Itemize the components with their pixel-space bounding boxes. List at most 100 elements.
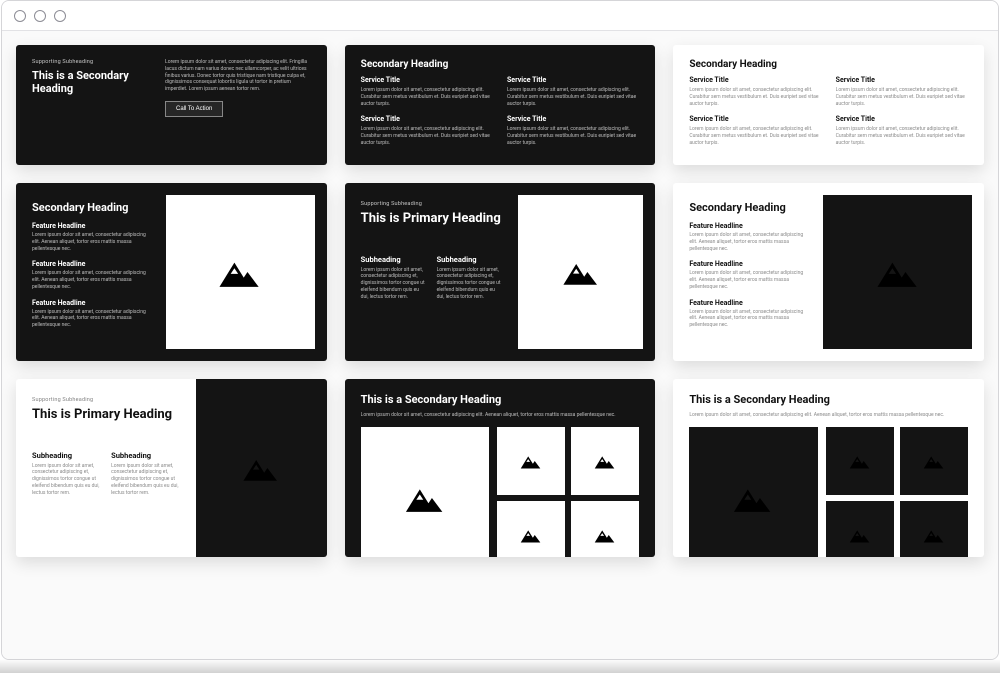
mountain-icon <box>870 255 926 289</box>
template-card-4[interactable]: Secondary Heading Feature Headline Lorem… <box>16 183 327 361</box>
body-text: Lorem ipsum dolor sit amet, consectetur … <box>165 59 311 93</box>
template-card-2[interactable]: Secondary Heading Service Title Lorem ip… <box>345 45 656 165</box>
gallery-image-small <box>826 427 894 495</box>
feature-headline: Feature Headline <box>32 222 150 230</box>
service-text: Lorem ipsum dolor sit amet, consectetur … <box>361 87 493 107</box>
mountain-icon <box>517 526 545 544</box>
service-title: Service Title <box>689 115 821 123</box>
template-card-7[interactable]: Supporting Subheading This is Primary He… <box>16 379 327 557</box>
service-block: Service Title Lorem ipsum dolor sit amet… <box>836 115 968 146</box>
browser-window: Supporting Subheading This is a Secondar… <box>1 0 999 660</box>
gallery-image-small <box>900 501 968 557</box>
service-title: Service Title <box>689 76 821 84</box>
service-block: Service Title Lorem ipsum dolor sit amet… <box>507 76 639 107</box>
mountain-icon <box>517 452 545 470</box>
service-title: Service Title <box>836 115 968 123</box>
gallery-image-small <box>497 427 565 495</box>
window-minimize-dot[interactable] <box>34 10 46 22</box>
window-close-dot[interactable] <box>14 10 26 22</box>
mountain-icon <box>846 526 874 544</box>
bottom-shadow <box>0 659 1000 673</box>
feature-headline: Feature Headline <box>689 222 807 230</box>
template-card-9[interactable]: This is a Secondary Heading Lorem ipsum … <box>673 379 984 557</box>
supporting-subheading: Supporting Subheading <box>361 201 503 207</box>
mountain-icon <box>920 452 948 470</box>
secondary-heading: Secondary Heading <box>689 59 968 70</box>
service-block: Service Title Lorem ipsum dolor sit amet… <box>689 76 821 107</box>
feature-text: Lorem ipsum dolor sit amet, consectetur … <box>32 270 150 290</box>
feature-text: Lorem ipsum dolor sit amet, consectetur … <box>689 270 807 290</box>
feature-headline: Feature Headline <box>689 260 807 268</box>
template-card-5[interactable]: Supporting Subheading This is Primary He… <box>345 183 656 361</box>
secondary-heading: This is a Secondary Heading <box>361 393 640 406</box>
cta-button[interactable]: Call To Action <box>165 101 223 117</box>
supporting-subheading: Supporting Subheading <box>32 397 180 403</box>
gallery-image-large <box>689 427 817 557</box>
mountain-icon <box>212 255 268 289</box>
template-gallery: Supporting Subheading This is a Secondar… <box>2 31 998 659</box>
secondary-heading: Secondary Heading <box>689 201 807 214</box>
template-card-8[interactable]: This is a Secondary Heading Lorem ipsum … <box>345 379 656 557</box>
mountain-icon <box>591 526 619 544</box>
service-title: Service Title <box>836 76 968 84</box>
service-text: Lorem ipsum dolor sit amet, consectetur … <box>836 87 968 107</box>
feature-text: Lorem ipsum dolor sit amet, consectetur … <box>689 309 807 329</box>
mountain-icon <box>727 482 779 514</box>
secondary-heading: This is a Secondary Heading <box>32 69 149 95</box>
primary-heading: This is Primary Heading <box>32 407 180 423</box>
service-block: Service Title Lorem ipsum dolor sit amet… <box>507 115 639 146</box>
media-placeholder <box>196 379 326 557</box>
secondary-heading: This is a Secondary Heading <box>689 393 968 406</box>
subheading: Subheading <box>111 451 180 460</box>
feature-headline: Feature Headline <box>689 299 807 307</box>
gallery-image-small <box>900 427 968 495</box>
service-text: Lorem ipsum dolor sit amet, consectetur … <box>689 87 821 107</box>
feature-headline: Feature Headline <box>32 260 150 268</box>
service-block: Service Title Lorem ipsum dolor sit amet… <box>836 76 968 107</box>
sub-text: Lorem ipsum dolor sit amet, consectetur … <box>361 267 427 301</box>
mountain-icon <box>920 526 948 544</box>
body-text: Lorem ipsum dolor sit amet, consectetur … <box>361 412 640 419</box>
service-text: Lorem ipsum dolor sit amet, consectetur … <box>361 126 493 146</box>
service-title: Service Title <box>361 115 493 123</box>
mountain-icon <box>557 257 605 287</box>
service-block: Service Title Lorem ipsum dolor sit amet… <box>361 115 493 146</box>
media-placeholder <box>518 195 643 349</box>
feature-text: Lorem ipsum dolor sit amet, consectetur … <box>32 309 150 329</box>
service-text: Lorem ipsum dolor sit amet, consectetur … <box>689 126 821 146</box>
gallery-image-small <box>571 427 639 495</box>
supporting-subheading: Supporting Subheading <box>32 59 149 65</box>
sub-text: Lorem ipsum dolor sit amet, consectetur … <box>32 463 101 497</box>
mountain-icon <box>846 452 874 470</box>
mountain-icon <box>399 482 451 514</box>
window-zoom-dot[interactable] <box>54 10 66 22</box>
image-gallery <box>345 427 656 557</box>
template-card-6[interactable]: Secondary Heading Feature Headline Lorem… <box>673 183 984 361</box>
subheading: Subheading <box>437 255 503 264</box>
template-card-1[interactable]: Supporting Subheading This is a Secondar… <box>16 45 327 165</box>
feature-text: Lorem ipsum dolor sit amet, consectetur … <box>689 232 807 252</box>
service-title: Service Title <box>361 76 493 84</box>
sub-text: Lorem ipsum dolor sit amet, consectetur … <box>111 463 180 497</box>
feature-headline: Feature Headline <box>32 299 150 307</box>
gallery-image-small <box>571 501 639 557</box>
window-titlebar <box>2 1 998 31</box>
service-text: Lorem ipsum dolor sit amet, consectetur … <box>836 126 968 146</box>
primary-heading: This is Primary Heading <box>361 211 503 227</box>
secondary-heading: Secondary Heading <box>361 59 640 70</box>
mountain-icon <box>591 452 619 470</box>
gallery-image-small <box>826 501 894 557</box>
body-text: Lorem ipsum dolor sit amet, consectetur … <box>689 412 968 419</box>
feature-text: Lorem ipsum dolor sit amet, consectetur … <box>32 232 150 252</box>
secondary-heading: Secondary Heading <box>32 201 150 214</box>
gallery-image-small <box>497 501 565 557</box>
service-title: Service Title <box>507 76 639 84</box>
service-title: Service Title <box>507 115 639 123</box>
template-card-3[interactable]: Secondary Heading Service Title Lorem ip… <box>673 45 984 165</box>
image-gallery <box>673 427 984 557</box>
service-text: Lorem ipsum dolor sit amet, consectetur … <box>507 87 639 107</box>
service-block: Service Title Lorem ipsum dolor sit amet… <box>689 115 821 146</box>
service-text: Lorem ipsum dolor sit amet, consectetur … <box>507 126 639 146</box>
media-placeholder <box>823 195 972 349</box>
subheading: Subheading <box>361 255 427 264</box>
